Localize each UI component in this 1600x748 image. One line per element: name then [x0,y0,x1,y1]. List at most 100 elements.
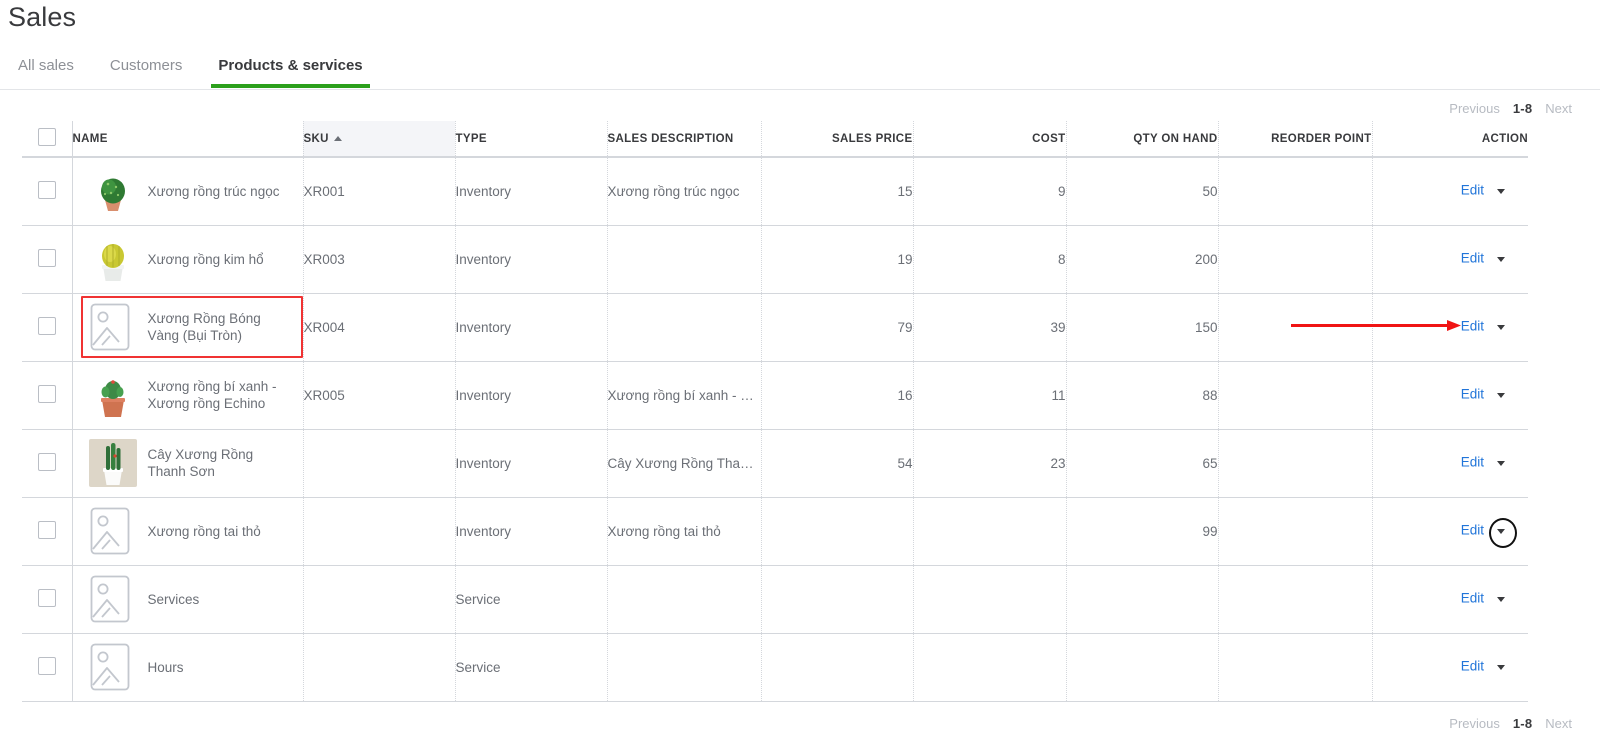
chevron-down-icon[interactable] [1489,518,1517,548]
cell-cost: 11 [913,361,1067,430]
chevron-down-icon[interactable] [1490,316,1512,338]
table-row[interactable]: Hours Service Edit [22,633,1528,702]
row-checkbox[interactable] [37,248,56,267]
row-select-cell [22,225,73,294]
cactus-yellow-barrel-icon [88,235,137,283]
row-checkbox[interactable] [37,656,56,675]
cell-action: Edit [1372,633,1528,702]
column-header-price[interactable]: SALES PRICE [761,121,914,158]
edit-link[interactable]: Edit [1461,251,1484,266]
column-header-sku[interactable]: SKU [303,121,456,158]
edit-link[interactable]: Edit [1461,591,1484,606]
edit-link[interactable]: Edit [1461,319,1484,334]
table-row[interactable]: Xương Rồng Bóng Vàng (Bụi Tròn) XR004 Inve… [22,293,1528,362]
cell-cost [913,497,1067,566]
products-table-wrapper: NAME SKU TYPE SALES DESCRIPTION SALES PRICE C… [22,121,1528,702]
cell-sales-description: Xương rồng tai thỏ [607,497,762,566]
table-row[interactable]: Xương rồng tai thỏ Inventory Xương rồng ta… [22,497,1528,566]
row-checkbox[interactable] [37,520,56,539]
table-header-row: NAME SKU TYPE SALES DESCRIPTION SALES PRICE C… [22,121,1528,158]
row-select-cell [22,497,73,566]
chevron-down-icon[interactable] [1490,384,1512,406]
previous-page-button-bottom[interactable]: Previous [1449,716,1500,731]
select-all-checkbox[interactable] [37,128,56,146]
placeholder-image-icon [88,303,137,351]
cell-type: Inventory [455,157,608,226]
cell-sales-description [607,565,762,634]
cell-sku: XR003 [303,225,456,294]
chevron-down-icon[interactable] [1490,180,1512,202]
column-header-label-qty: QTY ON HAND [1133,132,1218,145]
column-header-label-reorder: REORDER POINT [1271,132,1372,145]
table-row[interactable]: Services Service Edit [22,565,1528,634]
cell-cost-value: 11 [1051,387,1066,403]
cell-type-text: Inventory [455,387,512,403]
column-header-type[interactable]: TYPE [455,121,608,158]
column-header-qty[interactable]: QTY ON HAND [1066,121,1219,158]
cell-sku [303,429,456,498]
row-checkbox[interactable] [37,180,56,199]
cell-qty-on-hand [1066,565,1219,634]
edit-link[interactable]: Edit [1461,455,1484,470]
row-select-cell [22,565,73,634]
column-header-name[interactable]: NAME [72,121,304,158]
product-name: Cây Xương Rồng Thanh Sơn [147,447,254,479]
column-header-action[interactable]: ACTION [1372,121,1528,158]
row-select-cell [22,429,73,498]
edit-link[interactable]: Edit [1461,523,1484,538]
table-row[interactable]: Xương rồng kim hổ XR003 Inventory 19 8 200 Edi… [22,225,1528,294]
cell-type-text: Inventory [455,455,512,471]
next-page-button[interactable]: Next [1545,101,1572,116]
column-header-cost[interactable]: COST [913,121,1067,158]
product-name: Services [147,591,200,607]
cell-sales-price: 15 [761,157,914,226]
cell-name: Xương rồng trúc ngọc [72,157,304,226]
placeholder-image-icon [88,507,137,555]
placeholder-image-icon [88,643,137,691]
edit-link[interactable]: Edit [1461,387,1484,402]
column-header-label-sku: SKU [303,132,329,145]
product-cell: Cây Xương Rồng Thanh Sơn [81,432,303,494]
cell-sales-price: 16 [761,361,914,430]
chevron-down-icon[interactable] [1490,452,1512,474]
cell-type: Service [455,633,608,702]
table-row[interactable]: Cây Xương Rồng Thanh Sơn Inventory Cây Xươ… [22,429,1528,498]
column-header-description[interactable]: SALES DESCRIPTION [607,121,762,158]
cell-cost [913,633,1067,702]
cell-action: Edit [1372,565,1528,634]
cell-reorder-point [1218,565,1373,634]
product-name: Xương rồng bí xanh - Xương rồng Echino [147,379,277,411]
tab-all-sales[interactable]: All sales [18,56,74,88]
cell-sales-price [761,633,914,702]
row-checkbox[interactable] [37,384,56,403]
chevron-down-icon[interactable] [1490,588,1512,610]
row-checkbox[interactable] [37,452,56,471]
cell-qty-on-hand-value: 200 [1194,251,1218,267]
table-row[interactable]: Xương rồng bí xanh - Xương rồng Echino XR… [22,361,1528,430]
chevron-down-icon[interactable] [1490,656,1512,678]
previous-page-button[interactable]: Previous [1449,101,1500,116]
cell-type-text: Service [455,591,501,607]
cell-name: Xương Rồng Bóng Vàng (Bụi Tròn) [72,293,304,362]
cell-action: Edit [1372,157,1528,226]
edit-link[interactable]: Edit [1461,659,1484,674]
tab-products-services[interactable]: Products & services [211,56,370,88]
pagination-bottom: Previous 1-8 Next [1449,716,1572,731]
table-row[interactable]: Xương rồng trúc ngọc XR001 Inventory Xương … [22,157,1528,226]
cell-sku [303,633,456,702]
cell-type: Service [455,565,608,634]
row-checkbox[interactable] [37,588,56,607]
tab-bar-divider [0,89,1600,90]
row-checkbox[interactable] [37,316,56,335]
chevron-down-icon[interactable] [1490,248,1512,270]
column-header-label-description: SALES DESCRIPTION [607,132,734,145]
tab-customers[interactable]: Customers [110,56,183,88]
edit-link[interactable]: Edit [1461,183,1484,198]
select-all-header-cell [22,121,73,158]
cell-cost [913,565,1067,634]
cell-type-text: Service [455,659,501,675]
next-page-button-bottom[interactable]: Next [1545,716,1572,731]
cell-name: Xương rồng bí xanh - Xương rồng Echino [72,361,304,430]
column-header-reorder[interactable]: REORDER POINT [1218,121,1373,158]
cell-sales-description [607,633,762,702]
